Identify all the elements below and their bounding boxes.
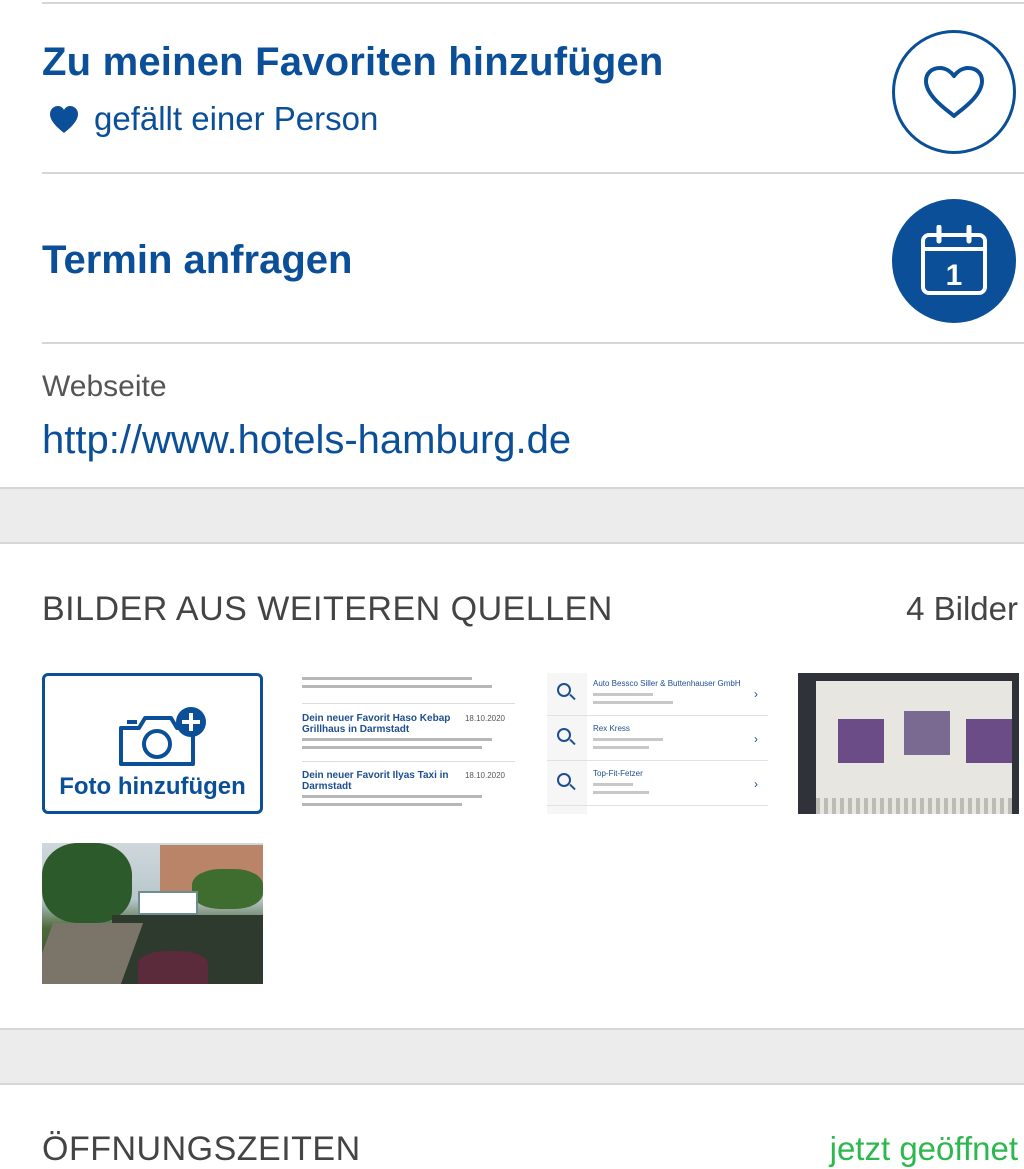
photo-flowers bbox=[138, 951, 208, 984]
photo-boat bbox=[138, 891, 198, 915]
chevron-right-icon: › bbox=[754, 732, 758, 746]
appointment-divider bbox=[42, 342, 1024, 344]
images-count[interactable]: 4 Bilder bbox=[906, 590, 1018, 628]
likes-count: gefällt einer Person bbox=[48, 100, 378, 138]
text-line bbox=[302, 677, 472, 680]
add-to-favorites-title[interactable]: Zu meinen Favoriten hinzufügen bbox=[42, 40, 664, 85]
camera-plus-icon bbox=[119, 707, 206, 766]
website-link[interactable]: http://www.hotels-hamburg.de bbox=[42, 418, 571, 463]
section-spacer bbox=[0, 487, 1024, 544]
thumb-item-name: Rex Kress bbox=[593, 724, 630, 733]
photo-panel bbox=[838, 719, 884, 763]
image-thumbnail[interactable] bbox=[42, 843, 263, 984]
chevron-right-icon: › bbox=[754, 777, 758, 791]
list-item: Rex Kress › bbox=[547, 718, 768, 761]
open-status: jetzt geöffnet bbox=[829, 1130, 1018, 1167]
list-item: Top-Fit-Fetzer › bbox=[547, 763, 768, 806]
heart-filled-icon bbox=[50, 106, 78, 133]
heart-outline-icon bbox=[924, 66, 984, 118]
text-line bbox=[302, 795, 482, 798]
text-line bbox=[593, 738, 663, 741]
text-line bbox=[302, 738, 492, 741]
image-thumbnail[interactable]: Dein neuer Favorit Haso Kebap Grillhaus … bbox=[296, 673, 517, 814]
text-line bbox=[593, 701, 673, 704]
thumb-item-date: 18.10.2020 bbox=[464, 714, 505, 723]
text-line bbox=[593, 693, 653, 696]
appointment-button[interactable]: 1 bbox=[892, 199, 1016, 323]
calendar-icon: 1 bbox=[921, 225, 987, 295]
add-photo-label: Foto hinzufügen bbox=[59, 773, 246, 800]
text-line bbox=[302, 685, 492, 688]
search-icon bbox=[557, 683, 571, 697]
images-section-title: BILDER AUS WEITEREN QUELLEN bbox=[42, 590, 613, 628]
thumb-item-title: Dein neuer Favorit Haso Kebap Grillhaus … bbox=[302, 713, 451, 735]
text-line bbox=[593, 746, 649, 749]
favorites-row[interactable]: Zu meinen Favoriten hinzufügen gefällt e… bbox=[0, 0, 1024, 174]
request-appointment-title[interactable]: Termin anfragen bbox=[42, 238, 352, 283]
section-spacer bbox=[0, 1028, 1024, 1085]
divider bbox=[302, 703, 515, 704]
thumb-item-name: Auto Bessco Siller & Buttenhauser GmbH bbox=[593, 679, 741, 688]
photo-tree bbox=[192, 869, 263, 909]
photo-panel bbox=[904, 711, 950, 755]
divider bbox=[302, 761, 515, 762]
text-line bbox=[302, 803, 462, 806]
add-photo-button[interactable]: Foto hinzufügen bbox=[42, 673, 263, 814]
text-line bbox=[593, 783, 633, 786]
text-line bbox=[302, 746, 482, 749]
favorite-button[interactable] bbox=[892, 30, 1016, 154]
photo-stripe bbox=[816, 798, 1012, 814]
image-thumbnail[interactable]: Auto Bessco Siller & Buttenhauser GmbH ›… bbox=[547, 673, 768, 814]
thumb-item-title: Dein neuer Favorit Ilyas Taxi in Darmsta… bbox=[302, 770, 449, 792]
opening-hours-title: ÖFFNUNGSZEITEN bbox=[42, 1130, 361, 1168]
website-label: Webseite bbox=[42, 370, 167, 403]
photo-board bbox=[816, 681, 1012, 811]
calendar-day: 1 bbox=[946, 259, 963, 292]
thumb-item-date: 18.10.2020 bbox=[464, 771, 505, 780]
image-thumbnail[interactable] bbox=[798, 673, 1019, 814]
photo-tree bbox=[42, 843, 132, 923]
search-icon bbox=[557, 773, 571, 787]
text-line bbox=[593, 791, 649, 794]
photo-panel bbox=[966, 719, 1012, 763]
thumb-item-name: Top-Fit-Fetzer bbox=[593, 769, 643, 778]
list-item: Auto Bessco Siller & Buttenhauser GmbH › bbox=[547, 673, 768, 716]
likes-text: gefällt einer Person bbox=[94, 100, 379, 137]
chevron-right-icon: › bbox=[754, 687, 758, 701]
favorites-divider bbox=[42, 172, 1024, 174]
search-icon bbox=[557, 728, 571, 742]
